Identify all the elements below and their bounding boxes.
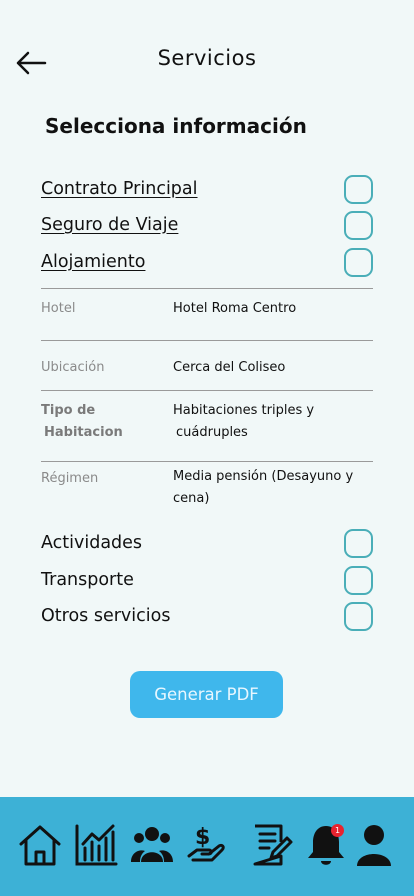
option-row-alojamiento: Alojamiento <box>41 246 373 278</box>
header: Servicios <box>0 0 414 110</box>
divider <box>41 390 373 391</box>
divider <box>41 288 373 289</box>
svg-text:$: $ <box>195 825 210 850</box>
nav-users[interactable] <box>128 821 176 869</box>
payment-icon: $ <box>187 825 225 862</box>
page-title: Servicios <box>157 46 257 70</box>
otros-servicios-checkbox[interactable] <box>344 601 373 631</box>
nav-profile[interactable] <box>350 821 398 869</box>
detail-label-hotel: Hotel <box>41 301 76 316</box>
actividades-label: Actividades <box>41 533 143 553</box>
document-edit-icon <box>253 824 293 866</box>
actividades-checkbox[interactable] <box>344 528 373 558</box>
nav-documents[interactable] <box>248 821 296 869</box>
contrato-principal-link[interactable]: Contrato Principal <box>41 179 198 199</box>
option-row-seguro-viaje: Seguro de Viaje <box>41 209 373 241</box>
chart-icon <box>75 824 118 866</box>
detail-label-tipo-line2: Habitacion <box>44 425 123 440</box>
alojamiento-link[interactable]: Alojamiento <box>41 252 145 272</box>
nav-stats[interactable] <box>72 821 120 869</box>
nav-payments[interactable]: $ <box>184 821 232 869</box>
seguro-viaje-checkbox[interactable] <box>344 210 373 240</box>
option-row-actividades: Actividades <box>41 527 373 559</box>
option-row-otros-servicios: Otros servicios <box>41 600 373 632</box>
notification-badge: 1 <box>331 824 344 837</box>
detail-value-regimen-line2: cena) <box>173 491 210 506</box>
section-title: Selecciona información <box>45 114 307 138</box>
option-row-contrato-principal: Contrato Principal <box>41 173 373 205</box>
detail-value-ubicacion: Cerca del Coliseo <box>173 360 286 375</box>
seguro-viaje-link[interactable]: Seguro de Viaje <box>41 215 178 235</box>
detail-label-tipo-line1: Tipo de <box>41 403 96 418</box>
home-icon <box>19 825 61 866</box>
alojamiento-checkbox[interactable] <box>344 247 373 277</box>
transporte-label: Transporte <box>41 570 134 590</box>
nav-home[interactable] <box>16 821 64 869</box>
divider <box>41 340 373 341</box>
users-icon <box>131 827 173 862</box>
option-row-transporte: Transporte <box>41 564 373 596</box>
transporte-checkbox[interactable] <box>344 565 373 595</box>
bottom-nav: $ 1 <box>0 797 414 896</box>
detail-label-regimen: Régimen <box>41 471 99 486</box>
detail-value-tipo-line1: Habitaciones triples y <box>173 403 315 418</box>
otros-servicios-label: Otros servicios <box>41 606 171 626</box>
generate-pdf-button[interactable]: Generar PDF <box>130 671 283 718</box>
detail-value-hotel: Hotel Roma Centro <box>173 301 297 316</box>
detail-value-regimen-line1: Media pensión (Desayuno y <box>173 469 354 484</box>
profile-icon <box>357 825 391 866</box>
detail-value-tipo-line2: cuádruples <box>176 425 248 440</box>
divider <box>41 461 373 462</box>
detail-label-ubicacion: Ubicación <box>41 360 105 375</box>
contrato-principal-checkbox[interactable] <box>344 174 373 204</box>
